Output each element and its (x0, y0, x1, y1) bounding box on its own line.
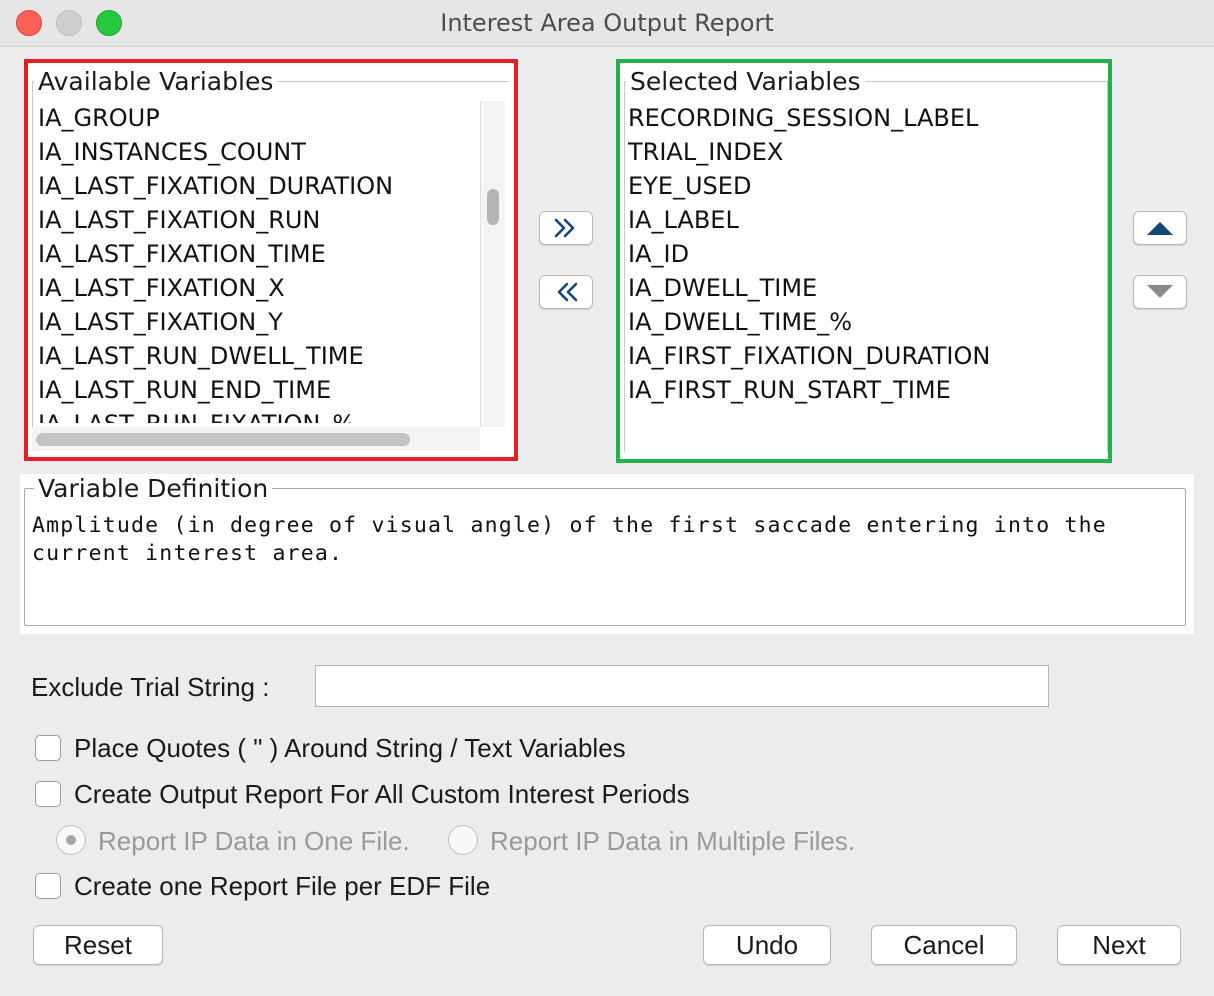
selected-variables-legend: Selected Variables (626, 67, 865, 96)
report-per-edf-label: Create one Report File per EDF File (74, 871, 491, 901)
exclude-trial-string-label: Exclude Trial String : (31, 672, 270, 702)
custom-interest-periods-label: Create Output Report For All Custom Inte… (74, 779, 690, 809)
list-item[interactable]: IA_ID (628, 237, 1098, 271)
vertical-scroll-thumb[interactable] (487, 189, 499, 225)
list-item[interactable]: IA_INSTANCES_COUNT (38, 135, 478, 169)
next-button[interactable]: Next (1057, 925, 1181, 965)
list-item[interactable]: IA_FIRST_RUN_START_TIME (628, 373, 1098, 407)
list-item[interactable]: IA_LAST_RUN_DWELL_TIME (38, 339, 478, 373)
undo-button[interactable]: Undo (703, 925, 831, 965)
available-variables-panel: Available Variables IA_GROUP IA_INSTANCE… (24, 59, 518, 461)
list-item[interactable]: IA_LAST_RUN_FIXATION_% (38, 407, 478, 423)
custom-interest-periods-checkbox[interactable] (35, 781, 61, 807)
title-bar: Interest Area Output Report (0, 0, 1214, 47)
list-item[interactable]: IA_GROUP (38, 101, 478, 135)
radio-selected-dot (66, 835, 76, 845)
place-quotes-checkbox[interactable] (35, 735, 61, 761)
add-variable-button[interactable] (539, 211, 593, 245)
list-item[interactable]: IA_LAST_FIXATION_DURATION (38, 169, 478, 203)
list-item[interactable]: EYE_USED (628, 169, 1098, 203)
list-item[interactable]: IA_LABEL (628, 203, 1098, 237)
ip-multiple-files-radio[interactable] (448, 825, 478, 855)
triangle-down-icon (1147, 285, 1173, 298)
exclude-trial-string-input[interactable] (315, 665, 1049, 707)
available-horizontal-scrollbar[interactable] (32, 427, 480, 451)
move-down-button[interactable] (1133, 275, 1187, 309)
horizontal-scroll-thumb[interactable] (36, 433, 410, 446)
list-item[interactable]: IA_DWELL_TIME (628, 271, 1098, 305)
variable-definition-text: Amplitude (in degree of visual angle) of… (32, 513, 1107, 566)
ip-one-file-radio[interactable] (56, 825, 86, 855)
variable-definition-panel: Variable Definition Amplitude (in degree… (20, 474, 1194, 634)
ip-one-file-label: Report IP Data in One File. (98, 826, 410, 856)
double-chevron-right-icon (554, 218, 575, 238)
list-item[interactable]: TRIAL_INDEX (628, 135, 1098, 169)
report-per-edf-checkbox[interactable] (35, 873, 61, 899)
list-item[interactable]: IA_LAST_FIXATION_X (38, 271, 478, 305)
reset-button[interactable]: Reset (33, 925, 163, 965)
list-item[interactable]: IA_LAST_FIXATION_TIME (38, 237, 478, 271)
window-title: Interest Area Output Report (440, 9, 774, 37)
double-chevron-left-icon (557, 282, 578, 302)
move-up-button[interactable] (1133, 211, 1187, 245)
available-variables-legend: Available Variables (34, 67, 278, 96)
available-vertical-scrollbar[interactable] (480, 101, 505, 427)
ip-multiple-files-label: Report IP Data in Multiple Files. (490, 826, 856, 856)
selected-variables-panel: Selected Variables RECORDING_SESSION_LAB… (616, 59, 1112, 463)
list-item[interactable]: IA_LAST_RUN_END_TIME (38, 373, 478, 407)
remove-variable-button[interactable] (539, 275, 593, 309)
triangle-up-icon (1147, 222, 1173, 235)
list-item[interactable]: IA_LAST_FIXATION_RUN (38, 203, 478, 237)
available-variables-list[interactable]: IA_GROUP IA_INSTANCES_COUNT IA_LAST_FIXA… (38, 101, 478, 423)
list-item[interactable]: RECORDING_SESSION_LABEL (628, 101, 1098, 135)
list-item[interactable]: IA_DWELL_TIME_% (628, 305, 1098, 339)
place-quotes-label: Place Quotes ( " ) Around String / Text … (74, 733, 626, 763)
list-item[interactable]: IA_FIRST_FIXATION_DURATION (628, 339, 1098, 373)
list-item[interactable]: IA_LAST_FIXATION_Y (38, 305, 478, 339)
selected-variables-list[interactable]: RECORDING_SESSION_LABEL TRIAL_INDEX EYE_… (628, 101, 1098, 441)
cancel-button[interactable]: Cancel (871, 925, 1017, 965)
variable-definition-legend: Variable Definition (34, 474, 273, 503)
